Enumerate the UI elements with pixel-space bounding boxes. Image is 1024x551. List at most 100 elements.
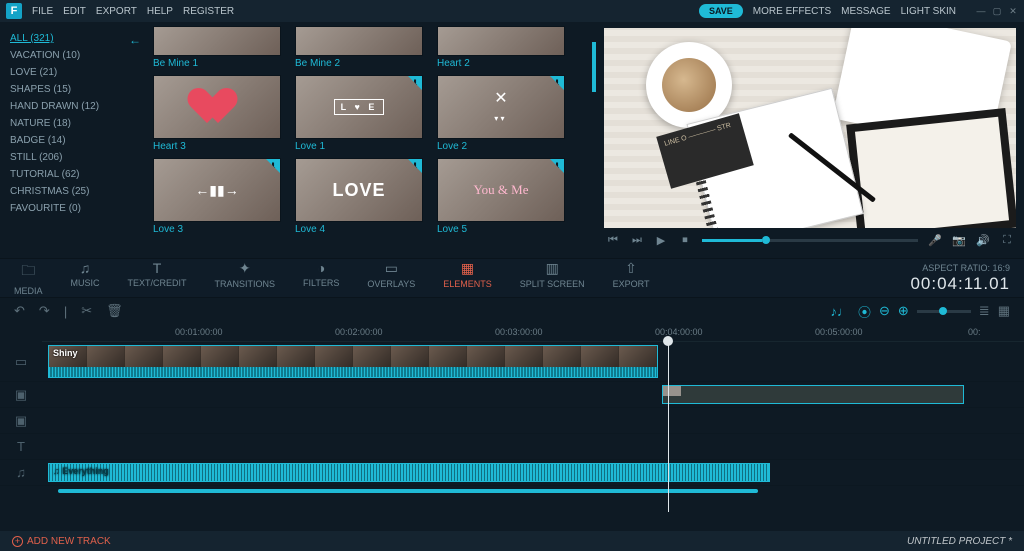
category-item[interactable]: BADGE (14) [10, 132, 135, 149]
module-tab-media[interactable]: 🗀MEDIA [14, 260, 43, 296]
category-item[interactable]: HAND DRAWN (12) [10, 98, 135, 115]
module-tab-music[interactable]: ♫MUSIC [71, 260, 100, 296]
preview-viewport: LINE O ———— STR [604, 28, 1016, 228]
view-list-icon[interactable]: ≣ [979, 303, 990, 319]
transport-first-icon[interactable]: ⏮ [606, 234, 620, 247]
menu-file[interactable]: FILE [32, 6, 53, 17]
category-sidebar: ← ALL (321)VACATION (10)LOVE (21)SHAPES … [0, 22, 145, 258]
delete-icon[interactable]: 🗑 [106, 303, 123, 319]
menu-light-skin[interactable]: LIGHT SKIN [901, 6, 956, 17]
module-tab-split[interactable]: ▥SPLIT SCREEN [520, 260, 585, 296]
gallery-item[interactable]: ⬇LOVELove 4 [295, 158, 423, 235]
undo-icon[interactable]: ↶ [14, 303, 25, 319]
preview-panel: LINE O ———— STR ⏮ ⏭ ▶ ⏹ 🎤 📷 🔊 ⛶ [596, 22, 1024, 258]
zoom-out-icon[interactable]: ⊖ [879, 303, 890, 319]
track-icon-audio: ♫ [0, 460, 42, 485]
download-icon: ⬇ [408, 76, 422, 90]
module-tab-trans[interactable]: ✦TRANSITIONS [215, 260, 276, 296]
module-tab-overlays[interactable]: ▭OVERLAYS [367, 260, 415, 296]
window-minimize-icon[interactable]: — [976, 6, 986, 16]
module-tab-elements[interactable]: ▦ELEMENTS [443, 260, 492, 296]
clip-stills-sequence[interactable] [662, 385, 964, 404]
download-icon: ⬇ [266, 159, 280, 173]
menu-export[interactable]: EXPORT [96, 6, 137, 17]
category-item[interactable]: CHRISTMAS (25) [10, 183, 135, 200]
sidebar-collapse-icon[interactable]: ← [129, 32, 141, 49]
clip-label: Shiny [53, 348, 78, 358]
volume-icon[interactable]: 🔊 [976, 234, 990, 247]
menubar: F FILE EDIT EXPORT HELP REGISTER SAVE MO… [0, 0, 1024, 22]
gallery-item[interactable]: Be Mine 1 [153, 26, 281, 69]
toolbar-separator: | [64, 304, 67, 319]
gallery-item[interactable]: ⬇✕▾ ▾Love 2 [437, 75, 565, 152]
transport-play-icon[interactable]: ▶ [654, 234, 668, 247]
split-icon: ▥ [546, 260, 559, 277]
window-maximize-icon[interactable]: ▢ [992, 6, 1002, 16]
category-item[interactable]: TUTORIAL (62) [10, 166, 135, 183]
preview-object-planner [846, 108, 1016, 228]
ruler-tick: 00:05:00:00 [815, 327, 863, 337]
gallery-caption: Be Mine 1 [153, 56, 281, 69]
project-name-label: UNTITLED PROJECT * [907, 536, 1012, 547]
plus-icon: + [12, 536, 23, 547]
gallery-item[interactable]: ⬇L ♥ ELove 1 [295, 75, 423, 152]
module-tab-filters[interactable]: ◑FILTERS [303, 260, 339, 296]
transport-seek-slider[interactable] [702, 239, 918, 242]
category-item[interactable]: SHAPES (15) [10, 81, 135, 98]
transport-stop-icon[interactable]: ⏹ [678, 234, 692, 247]
music-icon: ♫ [80, 260, 91, 276]
menu-message[interactable]: MESSAGE [841, 6, 890, 17]
gallery-item[interactable]: Be Mine 2 [295, 26, 423, 69]
category-item[interactable]: LOVE (21) [10, 64, 135, 81]
module-tab-text[interactable]: TTEXT/CREDIT [128, 260, 187, 296]
gallery-item[interactable]: ⬇←▮▮→Love 3 [153, 158, 281, 235]
gallery-caption: Love 1 [295, 139, 423, 152]
category-item[interactable]: VACATION (10) [10, 47, 135, 64]
zoom-in-icon[interactable]: ⊕ [898, 303, 909, 319]
audio-mixer-icon[interactable]: ♪♩ [830, 304, 850, 319]
zoom-slider[interactable] [917, 310, 971, 313]
marker-icon[interactable]: ⦿ [858, 302, 871, 321]
snapshot-icon[interactable]: 📷 [952, 234, 966, 247]
trans-icon: ✦ [239, 260, 251, 277]
gallery-item[interactable]: Heart 2 [437, 26, 565, 69]
clip-video-shiny[interactable]: Shiny [48, 345, 658, 378]
track-video-1: ▭ Shiny [0, 342, 1024, 382]
menu-edit[interactable]: EDIT [63, 6, 86, 17]
category-item[interactable]: NATURE (18) [10, 115, 135, 132]
overlays-icon: ▭ [385, 260, 398, 277]
menu-help[interactable]: HELP [147, 6, 173, 17]
record-voiceover-icon[interactable]: 🎤 [928, 234, 942, 247]
add-new-track-button[interactable]: + ADD NEW TRACK [12, 536, 111, 547]
gallery-item[interactable]: Heart 3 [153, 75, 281, 152]
category-item[interactable]: STILL (206) [10, 149, 135, 166]
cut-icon[interactable]: ✂ [81, 303, 92, 319]
timeline-ruler[interactable]: 00:01:00:0000:02:00:0000:03:00:0000:04:0… [42, 324, 1024, 342]
timeline-hscroll[interactable] [42, 486, 1024, 496]
playhead[interactable] [668, 342, 669, 512]
menu-more-effects[interactable]: MORE EFFECTS [753, 6, 831, 17]
clip-label: ♫ Everything [53, 466, 109, 476]
save-button[interactable]: SAVE [699, 4, 743, 18]
window-close-icon[interactable]: ✕ [1008, 6, 1018, 16]
gallery-item[interactable]: ⬇You & MeLove 5 [437, 158, 565, 235]
view-grid-icon[interactable]: ▦ [998, 303, 1010, 319]
track-icon-overlay2: ▣ [0, 408, 42, 433]
filters-icon: ◑ [317, 260, 325, 276]
transport-prev-icon[interactable]: ⏭ [630, 234, 644, 247]
track-audio-1: ♫ ♫ Everything [0, 460, 1024, 486]
download-icon: ⬇ [550, 76, 564, 90]
transport-bar: ⏮ ⏭ ▶ ⏹ 🎤 📷 🔊 ⛶ [604, 228, 1016, 252]
module-tab-export[interactable]: ⇧EXPORT [613, 260, 650, 296]
fullscreen-icon[interactable]: ⛶ [1000, 234, 1014, 247]
track-text: T [0, 434, 1024, 460]
download-icon: ⬇ [408, 159, 422, 173]
track-icon-overlay: ▣ [0, 382, 42, 407]
category-item[interactable]: FAVOURITE (0) [10, 200, 135, 217]
category-item[interactable]: ALL (321) [10, 30, 135, 47]
gallery-scrollbar[interactable] [592, 22, 596, 258]
redo-icon[interactable]: ↷ [39, 303, 50, 319]
gallery-caption: Heart 3 [153, 139, 281, 152]
menu-register[interactable]: REGISTER [183, 6, 234, 17]
clip-audio-everything[interactable]: ♫ Everything [48, 463, 770, 482]
